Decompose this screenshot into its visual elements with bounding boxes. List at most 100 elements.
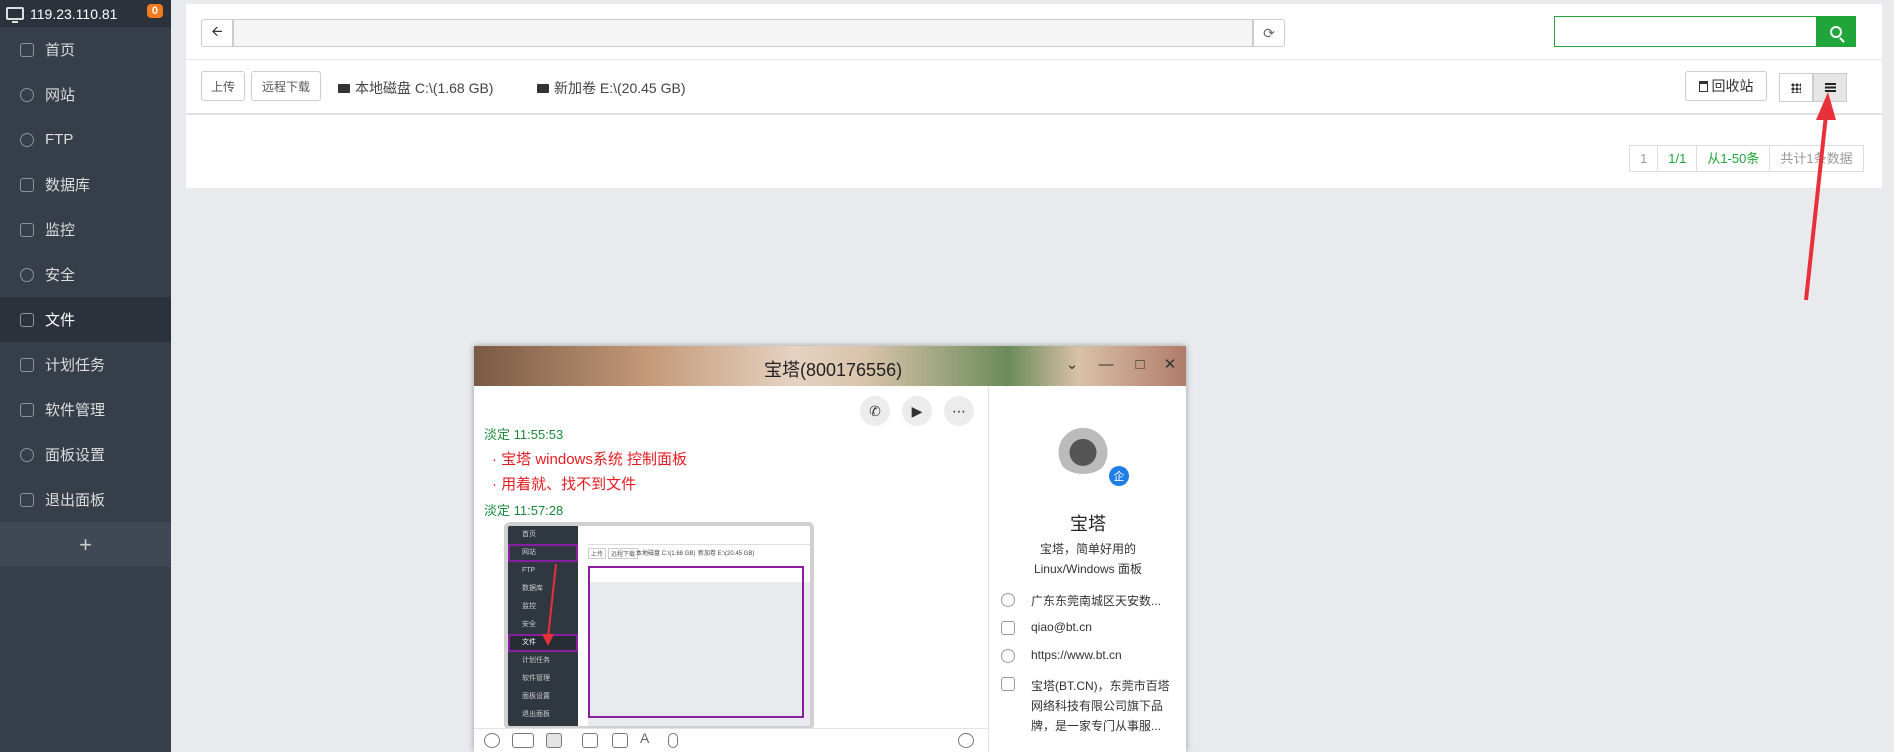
sidebar-item-home[interactable]: 首页	[0, 27, 171, 72]
video-icon: ▶	[911, 402, 923, 419]
close-button[interactable]: ✕	[1160, 354, 1180, 374]
database-icon	[20, 177, 34, 192]
page-total: 共计1条数据	[1769, 145, 1864, 172]
sidebar-item-software[interactable]: 软件管理	[0, 387, 171, 432]
recycle-bin-button[interactable]: 回收站	[1685, 71, 1767, 101]
sidebar-item-logout[interactable]: 退出面板	[0, 477, 171, 522]
address-text: 广东东莞南城区天安数...	[1031, 594, 1162, 608]
thumb-red-arrow	[542, 563, 557, 646]
minimize-button[interactable]: —	[1096, 354, 1116, 374]
chat-contact-name: 宝塔(800176556)	[764, 360, 903, 380]
monitor-chart-icon	[20, 222, 34, 237]
message-line-1: 宝塔 windows系统 控制面板	[501, 451, 688, 468]
server-ip: 119.23.110.81	[30, 5, 118, 22]
disk-c-label: 本地磁盘 C:\(1.68 GB)	[355, 80, 494, 96]
sidebar-item-label: 网站	[45, 87, 76, 104]
page-current[interactable]: 1	[1629, 145, 1659, 172]
grid-view-button[interactable]	[1779, 73, 1813, 102]
screenshot-thumbnail[interactable]: 首页 网站 FTP 数据库 监控 安全 文件 计划任务 软件管理 面板设置 退出…	[504, 522, 814, 730]
message-line-2: 用着就、找不到文件	[501, 476, 637, 493]
logout-icon	[20, 492, 34, 507]
profile-email[interactable]: qiao@bt.cn	[1001, 620, 1092, 635]
location-icon	[1001, 593, 1015, 607]
chat-input-toolbar: A	[474, 728, 988, 752]
disk-e-link[interactable]: 新加卷 E:\(20.45 GB)	[537, 78, 685, 98]
trash-icon	[1698, 80, 1708, 92]
pagination: 1 1/1 从1-50条 共计1条数据	[1629, 145, 1864, 172]
link-icon	[1001, 649, 1015, 663]
back-button[interactable]: 🡨	[201, 19, 233, 47]
page-range: 从1-50条	[1696, 145, 1771, 172]
remote-download-button[interactable]: 远程下载	[251, 71, 321, 101]
refresh-button[interactable]: ⟳	[1253, 19, 1285, 47]
more-icon: ⋯	[952, 402, 966, 419]
disk-c-link[interactable]: 本地磁盘 C:\(1.68 GB)	[338, 78, 493, 98]
sidebar-item-ftp[interactable]: FTP	[0, 117, 171, 162]
font-icon[interactable]: A	[640, 730, 656, 746]
gif-icon[interactable]	[512, 733, 534, 748]
image-icon[interactable]	[612, 733, 628, 748]
sidebar-item-files[interactable]: 文件	[0, 297, 171, 342]
server-host: 119.23.110.81 0	[0, 0, 171, 27]
enterprise-badge: 企	[1109, 466, 1129, 486]
scissors-icon[interactable]	[546, 733, 562, 748]
building-icon	[1001, 677, 1015, 691]
file-manager-panel: 🡨 ⟳ 上传 远程下载 本地磁盘 C:\(1.68 GB) 新加卷 E:\(20…	[186, 0, 1882, 188]
ftp-icon	[20, 132, 34, 147]
add-shortcut-button[interactable]: +	[0, 522, 171, 567]
path-input[interactable]	[233, 19, 1253, 47]
maximize-button[interactable]: □	[1130, 354, 1150, 374]
profile-address: 广东东莞南城区天安数...	[1001, 592, 1161, 609]
sidebar-item-label: 文件	[45, 312, 76, 329]
sidebar-item-settings[interactable]: 面板设置	[0, 432, 171, 477]
arrow-left-icon: 🡨	[211, 23, 223, 39]
chat-message-area: ✆ ▶ ⋯ 淡定 11:55:53 · 宝塔 windows系统 控制面板 · …	[474, 386, 988, 752]
chevron-down-icon[interactable]: ⌄	[1062, 354, 1082, 374]
avatar[interactable]	[1053, 420, 1113, 474]
profile-motto-2: Linux/Windows 面板	[1033, 562, 1143, 576]
sidebar-item-label: 监控	[45, 222, 76, 239]
sidebar-item-label: 数据库	[45, 177, 91, 194]
search-button[interactable]	[1816, 16, 1856, 47]
desc-line: 网络科技有限公司旗下品	[1031, 699, 1164, 713]
desc-line: 牌，是一家专门从事服...	[1031, 719, 1162, 733]
sidebar: 119.23.110.81 0 首页 网站 FTP 数据库 监控 安全 文件 计…	[0, 0, 171, 752]
list-view-button[interactable]	[1813, 73, 1847, 102]
sidebar-item-label: 面板设置	[45, 447, 106, 464]
mail-icon	[1001, 621, 1015, 635]
recycle-label: 回收站	[1711, 78, 1754, 94]
sidebar-item-label: FTP	[45, 131, 74, 148]
message-sender: 淡定 11:55:53	[484, 427, 564, 442]
shield-icon	[20, 267, 34, 282]
email-text: qiao@bt.cn	[1031, 620, 1092, 634]
voice-call-button[interactable]: ✆	[860, 396, 890, 426]
profile-description: 宝塔(BT.CN)，东莞市百塔 网络科技有限公司旗下品 牌，是一家专门从事服..…	[1001, 676, 1170, 736]
sidebar-item-cron[interactable]: 计划任务	[0, 342, 171, 387]
sidebar-item-label: 计划任务	[45, 357, 106, 374]
list-icon	[1824, 83, 1836, 92]
more-button[interactable]: ⋯	[944, 396, 974, 426]
folder-icon	[20, 312, 34, 327]
sidebar-item-website[interactable]: 网站	[0, 72, 171, 117]
microphone-icon[interactable]	[668, 733, 678, 748]
clock-icon[interactable]	[958, 733, 974, 748]
search-input[interactable]	[1554, 16, 1816, 47]
sidebar-item-monitor[interactable]: 监控	[0, 207, 171, 252]
sidebar-item-label: 退出面板	[45, 492, 106, 509]
video-call-button[interactable]: ▶	[902, 396, 932, 426]
emoji-icon[interactable]	[484, 733, 500, 748]
notification-badge[interactable]: 0	[146, 4, 163, 18]
profile-website[interactable]: https://www.bt.cn	[1001, 648, 1122, 663]
upload-button[interactable]: 上传	[201, 71, 245, 101]
sidebar-item-database[interactable]: 数据库	[0, 162, 171, 207]
monitor-icon	[6, 7, 24, 23]
message-text: · 宝塔 windows系统 控制面板	[492, 451, 688, 468]
folder-icon[interactable]	[582, 733, 598, 748]
chat-titlebar[interactable]: 宝塔(800176556) ⌄ — □ ✕	[474, 346, 1186, 386]
calendar-icon	[20, 357, 34, 372]
hdd-icon	[338, 83, 350, 93]
chat-window: 宝塔(800176556) ⌄ — □ ✕ ✆ ▶ ⋯ 淡定 11:55:53 …	[474, 346, 1186, 752]
sidebar-item-security[interactable]: 安全	[0, 252, 171, 297]
gear-icon	[20, 447, 34, 462]
home-icon	[20, 42, 34, 57]
